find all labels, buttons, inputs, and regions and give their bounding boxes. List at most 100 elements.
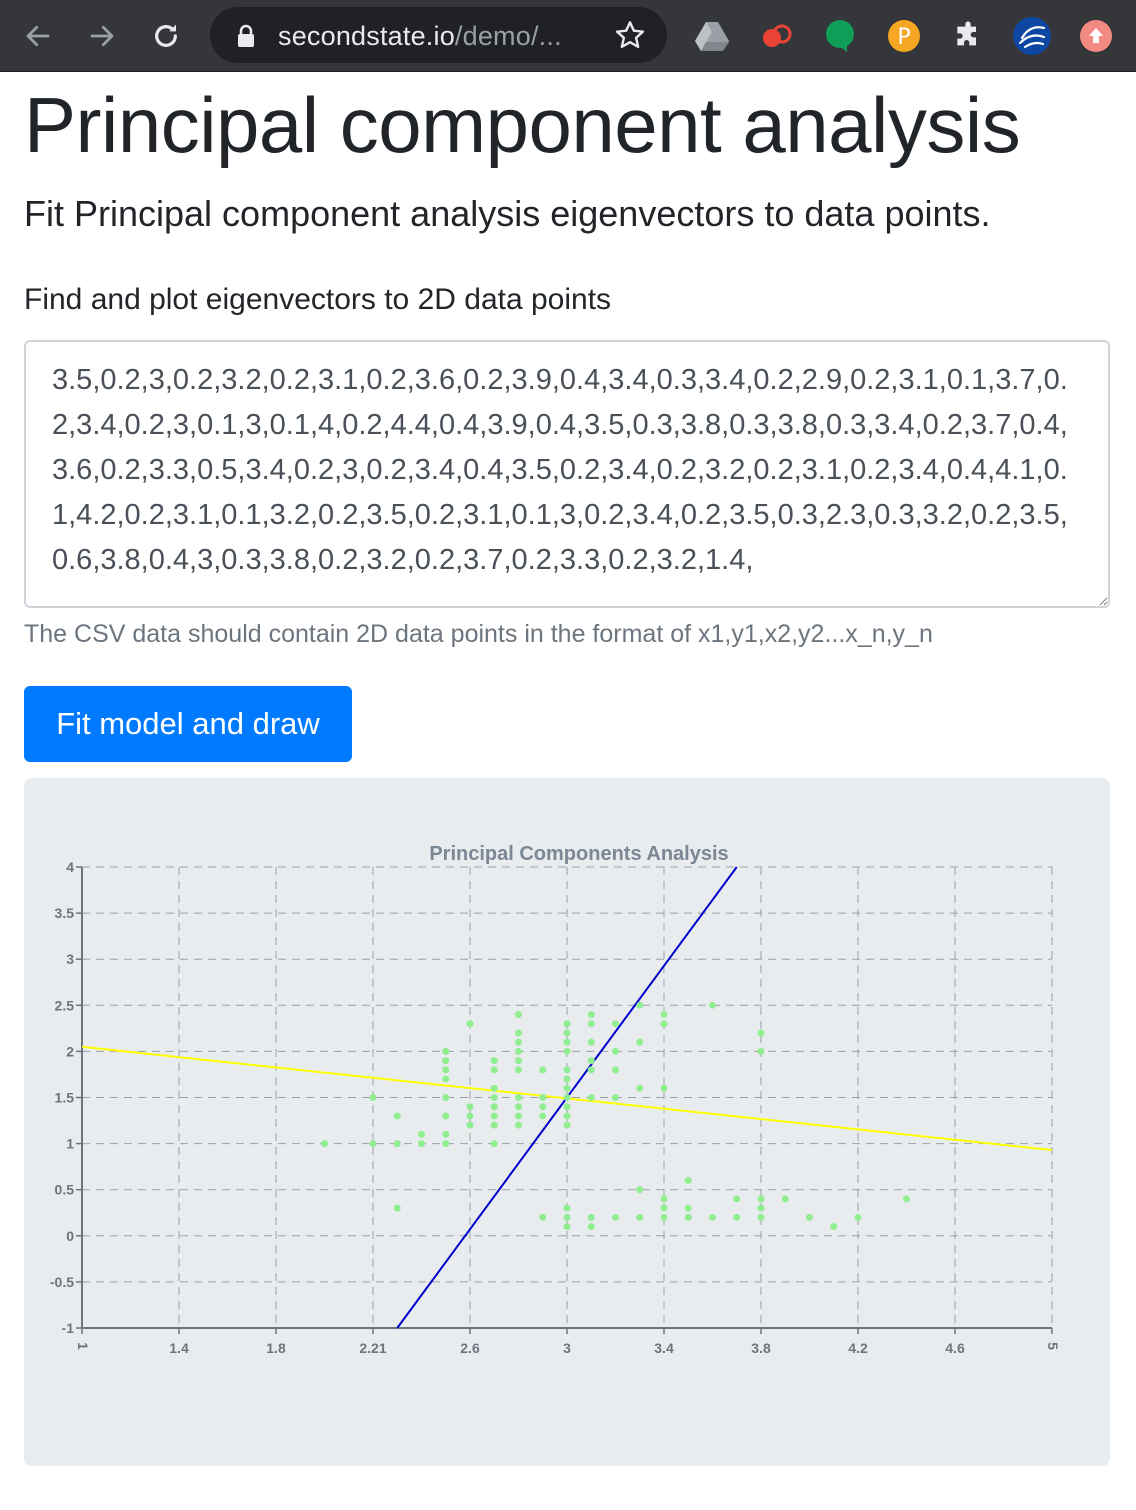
x-tick-label: 1 bbox=[75, 1342, 91, 1350]
data-point bbox=[636, 1084, 644, 1092]
record-icon bbox=[763, 24, 792, 47]
y-tick-label: -1 bbox=[62, 1320, 75, 1336]
data-point bbox=[612, 1213, 619, 1221]
data-point bbox=[442, 1140, 450, 1148]
data-point bbox=[830, 1223, 838, 1231]
y-tick-label: 2.5 bbox=[55, 997, 75, 1013]
data-point bbox=[684, 1213, 692, 1221]
url-host: secondstate.io bbox=[278, 21, 455, 51]
data-point bbox=[563, 1094, 571, 1101]
arrow-right-icon bbox=[90, 25, 114, 47]
data-point bbox=[563, 1121, 571, 1129]
data-point bbox=[757, 1204, 765, 1212]
data-point bbox=[757, 1195, 765, 1203]
y-tick-label: -0.5 bbox=[50, 1274, 74, 1290]
data-point bbox=[563, 1047, 571, 1055]
page-description: Fit Principal component analysis eigenve… bbox=[24, 193, 991, 234]
data-point bbox=[442, 1112, 450, 1120]
data-point bbox=[442, 1075, 450, 1083]
data-point bbox=[636, 1038, 644, 1046]
data-point bbox=[442, 1057, 450, 1065]
secondstate-logo-icon bbox=[1013, 17, 1051, 55]
forward-button[interactable] bbox=[82, 16, 122, 56]
record-extension[interactable] bbox=[754, 14, 798, 58]
polkadot-extension[interactable]: P bbox=[882, 14, 926, 58]
data-point bbox=[563, 1084, 571, 1092]
data-point bbox=[490, 1140, 498, 1148]
data-point bbox=[587, 1066, 595, 1074]
data-point bbox=[490, 1066, 498, 1074]
address-bar[interactable]: secondstate.io/demo/... bbox=[210, 7, 667, 63]
data-point bbox=[563, 1075, 571, 1083]
data-point bbox=[490, 1112, 498, 1120]
data-point bbox=[490, 1121, 498, 1129]
data-point bbox=[612, 1094, 619, 1101]
y-tick-label: 0 bbox=[66, 1228, 74, 1244]
browser-toolbar: secondstate.io/demo/... P bbox=[0, 0, 1136, 72]
y-tick-label: 0.5 bbox=[55, 1182, 75, 1198]
profile-avatar[interactable] bbox=[1074, 14, 1118, 58]
data-point bbox=[757, 1213, 765, 1221]
data-point bbox=[321, 1140, 328, 1148]
page-title: Principal component analysis bbox=[24, 81, 1021, 169]
data-point bbox=[442, 1130, 450, 1138]
data-point bbox=[539, 1094, 547, 1101]
drive-icon bbox=[695, 22, 729, 51]
data-point bbox=[563, 1038, 571, 1046]
data-point bbox=[418, 1140, 425, 1148]
x-tick-label: 4.2 bbox=[848, 1340, 868, 1356]
data-point bbox=[369, 1094, 377, 1101]
data-point bbox=[587, 1038, 595, 1046]
chat-bubble-icon bbox=[826, 20, 854, 52]
data-point bbox=[660, 1011, 668, 1019]
data-point bbox=[515, 1112, 522, 1120]
data-point bbox=[393, 1140, 401, 1148]
back-button[interactable] bbox=[18, 16, 58, 56]
data-point bbox=[757, 1029, 765, 1037]
data-point bbox=[563, 1213, 571, 1221]
y-tick-label: 3.5 bbox=[55, 905, 75, 921]
x-tick-label: 1.4 bbox=[169, 1340, 189, 1356]
data-point bbox=[684, 1176, 692, 1184]
fit-model-button[interactable]: Fit model and draw bbox=[24, 686, 352, 762]
data-point bbox=[709, 1001, 716, 1009]
data-point bbox=[393, 1204, 401, 1212]
data-point bbox=[660, 1204, 668, 1212]
data-point bbox=[903, 1195, 910, 1203]
data-point bbox=[660, 1020, 668, 1028]
csv-data-input[interactable] bbox=[24, 340, 1110, 608]
data-point bbox=[612, 1047, 619, 1055]
arrow-left-icon bbox=[26, 25, 50, 47]
data-point bbox=[563, 1020, 571, 1028]
data-point bbox=[781, 1195, 789, 1203]
data-point bbox=[490, 1084, 498, 1092]
data-point bbox=[466, 1103, 474, 1111]
data-point bbox=[515, 1121, 522, 1129]
secondstate-extension[interactable] bbox=[1010, 14, 1054, 58]
data-point bbox=[393, 1112, 401, 1120]
data-point bbox=[587, 1094, 595, 1101]
bookmark-star-icon[interactable] bbox=[614, 19, 646, 51]
polkadot-icon: P bbox=[888, 20, 920, 52]
reload-button[interactable] bbox=[146, 16, 186, 56]
data-point bbox=[369, 1140, 377, 1148]
data-point bbox=[442, 1094, 450, 1101]
csv-help-text: The CSV data should contain 2D data poin… bbox=[24, 620, 933, 648]
data-point bbox=[563, 1103, 571, 1111]
data-point bbox=[466, 1020, 474, 1028]
data-point bbox=[563, 1223, 571, 1231]
lock-icon bbox=[238, 24, 254, 47]
chat-extension[interactable] bbox=[818, 14, 862, 58]
data-point bbox=[854, 1213, 862, 1221]
google-drive-extension[interactable] bbox=[690, 14, 734, 58]
data-point bbox=[563, 1112, 571, 1120]
extensions-button[interactable] bbox=[946, 14, 990, 58]
data-point bbox=[490, 1094, 498, 1101]
pca-plot-panel: 1 1.4 1.8 2.21 2.6 3 3.4 3.8 4.2 4.6 5 4 3.5 3 2.5 2 1.5… bbox=[24, 778, 1110, 1466]
chart-title: Principal Components Analysis bbox=[429, 843, 728, 865]
x-tick-label: 2.21 bbox=[359, 1340, 386, 1356]
y-tick-label: 4 bbox=[66, 859, 74, 875]
data-point bbox=[587, 1223, 595, 1231]
csv-input-label: Find and plot eigenvectors to 2D data po… bbox=[24, 283, 612, 316]
data-point bbox=[466, 1121, 474, 1129]
